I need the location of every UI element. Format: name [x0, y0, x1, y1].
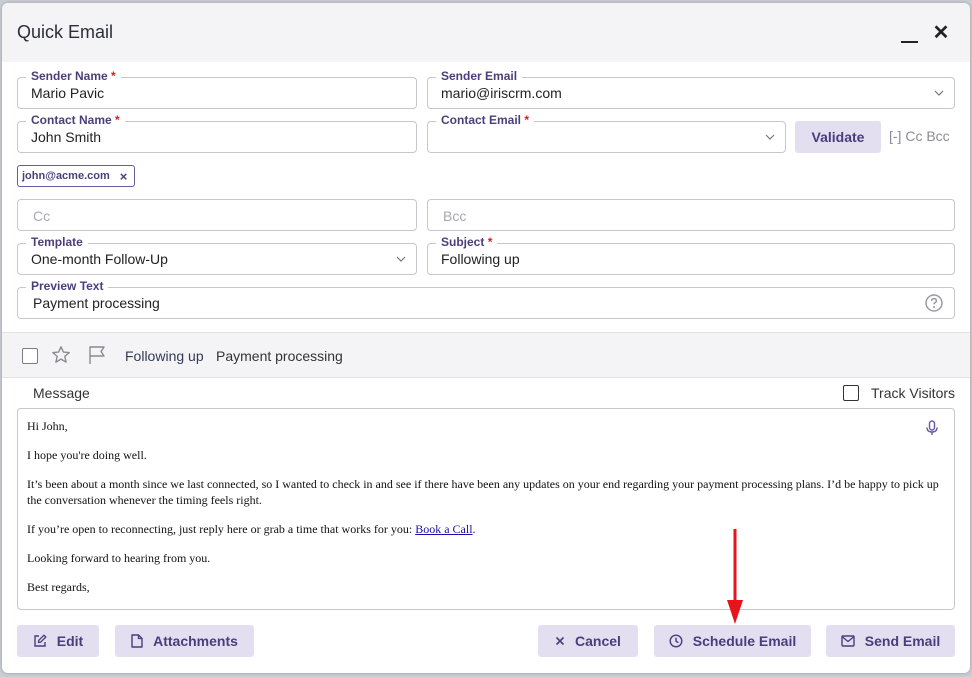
track-visitors-label: Track Visitors [871, 385, 956, 401]
track-visitors-checkbox[interactable] [843, 385, 859, 401]
sender-email-select[interactable]: Sender Email mario@iriscrm.com [427, 69, 955, 109]
dialog-title: Quick Email [17, 22, 114, 42]
message-line: I hope you're doing well. [27, 448, 147, 462]
preview-text-value: Payment processing [33, 295, 160, 311]
preview-text-label: Preview Text [26, 279, 109, 293]
microphone-icon[interactable] [926, 420, 938, 436]
message-label: Message [33, 385, 90, 401]
inbox-preview-bar: Following up Payment processing [2, 332, 970, 378]
attachments-label: Attachments [153, 633, 238, 649]
template-value: One-month Follow-Up [31, 251, 168, 267]
sender-name-label: Sender Name * [26, 69, 121, 83]
chevron-down-icon [934, 90, 944, 96]
schedule-email-button[interactable]: Schedule Email [654, 625, 811, 657]
subject-value: Following up [441, 251, 520, 267]
message-greeting: Hi John, [27, 419, 68, 433]
file-icon [131, 634, 143, 648]
contact-name-value: John Smith [31, 129, 102, 145]
sender-email-value: mario@iriscrm.com [441, 85, 562, 101]
preview-snippet: Payment processing [216, 348, 343, 364]
star-icon [52, 346, 70, 363]
message-paragraph: If you’re open to reconnecting, just rep… [27, 522, 476, 536]
validate-button[interactable]: Validate [795, 121, 881, 153]
contact-name-field[interactable]: Contact Name * John Smith [17, 113, 417, 153]
message-editor[interactable]: Hi John, I hope you're doing well. It’s … [17, 408, 955, 610]
preview-text-field[interactable]: Preview Text Payment processing [17, 279, 955, 319]
contact-email-select[interactable]: Contact Email * [427, 113, 786, 153]
minimize-icon [901, 41, 918, 43]
edit-icon [34, 634, 47, 647]
remove-icon[interactable]: × [120, 169, 128, 184]
template-label: Template [26, 235, 88, 249]
red-arrow-annotation [727, 529, 743, 624]
dialog-header: Quick Email ✕ [2, 3, 970, 62]
minimize-button[interactable] [898, 23, 922, 45]
schedule-email-label: Schedule Email [692, 633, 797, 649]
cancel-label: Cancel [575, 633, 621, 649]
close-button[interactable]: ✕ [930, 21, 952, 45]
flag-icon [89, 346, 105, 364]
close-icon: ✕ [932, 22, 950, 44]
message-paragraph: It’s been about a month since we last co… [27, 477, 939, 507]
track-visitors-toggle[interactable]: Track Visitors [843, 385, 955, 401]
subject-field[interactable]: Subject * Following up [427, 235, 955, 275]
sender-email-label: Sender Email [436, 69, 523, 83]
envelope-icon [841, 635, 855, 647]
preview-subject: Following up [125, 348, 204, 364]
checkbox-icon [22, 348, 38, 364]
cancel-button[interactable]: Cancel [538, 625, 638, 657]
cc-bcc-toggle[interactable]: [-] Cc Bcc [889, 128, 950, 144]
send-email-button[interactable]: Send Email [826, 625, 955, 657]
sender-name-value: Mario Pavic [31, 85, 105, 101]
edit-label: Edit [56, 633, 84, 649]
quick-email-dialog: Quick Email ✕ Sender Name * Mario Pavic … [2, 3, 970, 673]
edit-button[interactable]: Edit [17, 625, 99, 657]
message-signoff: Best regards, [27, 580, 90, 594]
clock-icon [669, 634, 683, 648]
template-select[interactable]: Template One-month Follow-Up [17, 235, 417, 275]
subject-label: Subject * [436, 235, 498, 249]
help-icon[interactable] [925, 294, 943, 312]
bcc-placeholder: Bcc [443, 208, 467, 224]
attachments-button[interactable]: Attachments [115, 625, 254, 657]
bcc-input[interactable]: Bcc [427, 199, 955, 231]
validate-label: Validate [811, 129, 865, 145]
recipient-chip: john@acme.com × [17, 165, 136, 187]
sender-name-field[interactable]: Sender Name * Mario Pavic [17, 69, 417, 109]
send-email-label: Send Email [864, 633, 941, 649]
cc-placeholder: Cc [33, 208, 51, 224]
x-icon [555, 636, 565, 646]
contact-name-label: Contact Name * [26, 113, 125, 127]
chevron-down-icon [396, 256, 406, 262]
cc-input[interactable]: Cc [17, 199, 417, 231]
recipient-email: john@acme.com [22, 170, 110, 182]
contact-email-label: Contact Email * [436, 113, 535, 127]
book-a-call-link[interactable]: Book a Call [415, 522, 472, 536]
chevron-down-icon [765, 134, 775, 140]
message-line: Looking forward to hearing from you. [27, 551, 211, 565]
